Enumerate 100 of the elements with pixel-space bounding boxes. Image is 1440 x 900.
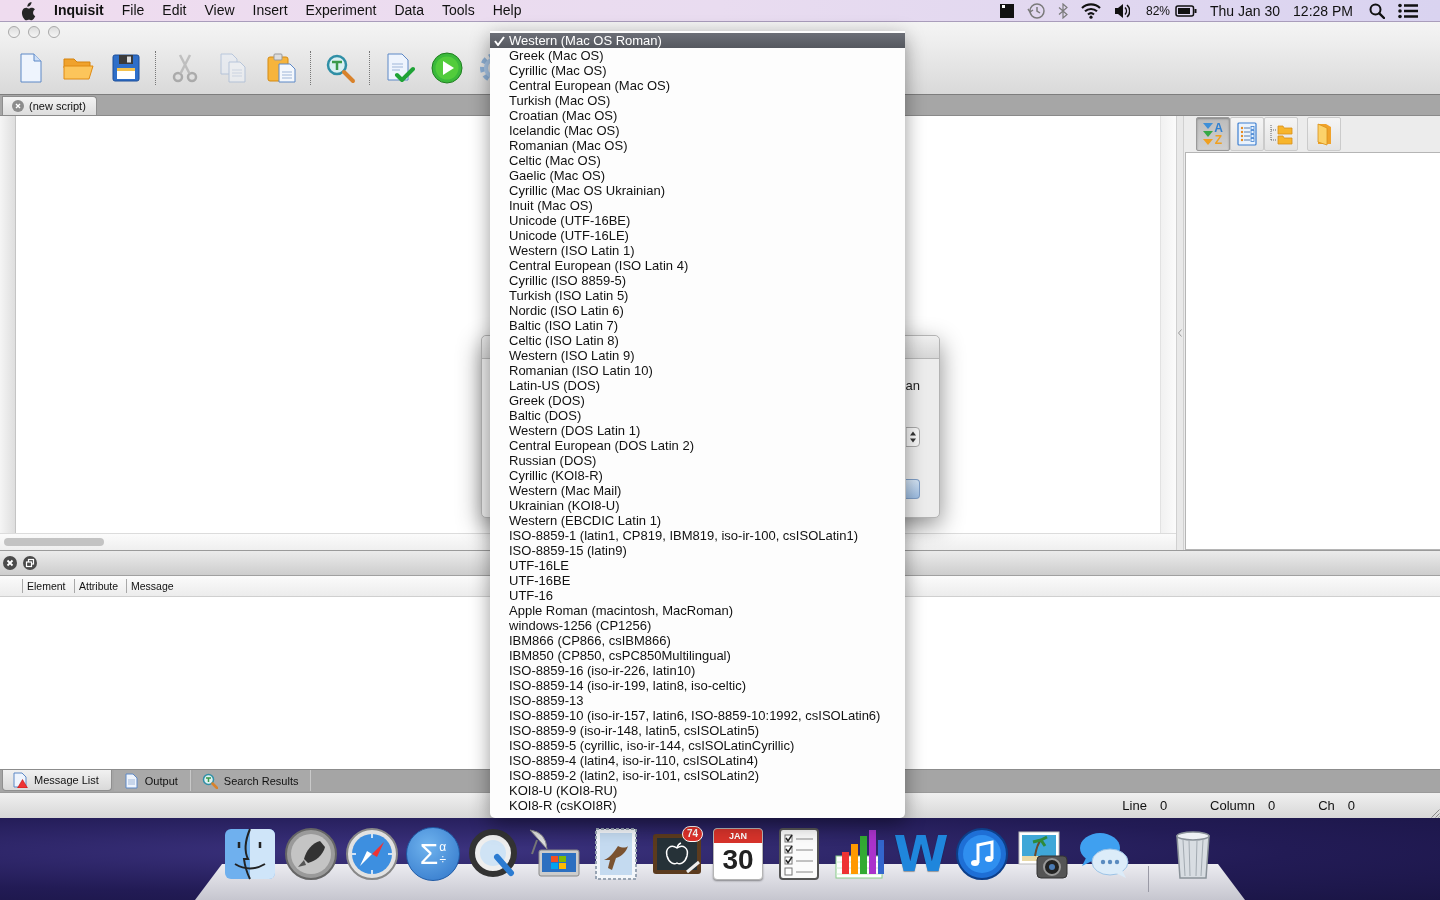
calendar-dock-item[interactable]: JAN 30 xyxy=(713,828,763,880)
app-menu[interactable]: Inquisit xyxy=(45,0,113,21)
panel-tab[interactable]: Output xyxy=(113,770,191,791)
clipboard-icon[interactable] xyxy=(265,52,297,84)
play-icon[interactable] xyxy=(431,52,463,84)
column-header[interactable]: Attribute xyxy=(74,579,126,593)
menu-item[interactable]: Unicode (UTF-16BE) xyxy=(490,213,905,228)
menu-item[interactable]: Nordic (ISO Latin 6) xyxy=(490,303,905,318)
menu-item[interactable]: Inuit (Mac OS) xyxy=(490,198,905,213)
count-badge: 74 xyxy=(682,826,703,842)
folder-tree-icon xyxy=(1269,122,1293,146)
menu-bar-item[interactable]: Edit xyxy=(153,0,196,21)
menu-item[interactable]: ISO-8859-16 (iso-ir-226, latin10) xyxy=(490,663,905,678)
view-button[interactable] xyxy=(1230,117,1264,151)
menu-item[interactable]: ISO-8859-1 (latin1, CP819, IBM819, iso-ir-100, csISOLatin1) xyxy=(490,528,905,543)
menu-item[interactable]: Celtic (Mac OS) xyxy=(490,153,905,168)
menu-item[interactable]: Latin-US (DOS) xyxy=(490,378,905,393)
menu-item[interactable]: Celtic (ISO Latin 8) xyxy=(490,333,905,348)
date-label: Thu Jan 30 xyxy=(1210,2,1281,19)
menu-item[interactable]: Romanian (Mac OS) xyxy=(490,138,905,153)
status-value: 0 xyxy=(1267,798,1276,813)
music-note-icon[interactable] xyxy=(954,826,1010,882)
editor-tab[interactable]: (new script) xyxy=(2,96,97,115)
rocket-icon[interactable] xyxy=(283,826,339,882)
menu-item[interactable]: UTF-16LE xyxy=(490,558,905,573)
menu-bar-item[interactable]: Help xyxy=(483,0,531,21)
restore-icon[interactable] xyxy=(23,556,37,570)
menu-item[interactable]: ISO-8859-9 (iso-ir-148, latin5, csISOLatin5) xyxy=(490,723,905,738)
search-icon[interactable] xyxy=(1369,2,1385,19)
menu-item[interactable]: Central European (Mac OS) xyxy=(490,78,905,93)
menu-item[interactable]: Western (Mac Mail) xyxy=(490,483,905,498)
close-icon[interactable] xyxy=(3,556,17,570)
time-label: 12:28 PM xyxy=(1293,2,1353,19)
triangles-icon xyxy=(1203,122,1214,146)
menu-item[interactable]: IBM866 (CP866, csIBM866) xyxy=(490,633,905,648)
menu-bar-item[interactable]: View xyxy=(195,0,244,21)
status-label: Ch xyxy=(1318,798,1335,813)
menu-item[interactable]: UTF-16BE xyxy=(490,573,905,588)
menu-item[interactable]: Central European (DOS Latin 2) xyxy=(490,438,905,453)
square-icon[interactable] xyxy=(999,3,1014,18)
menu-item[interactable]: Gaelic (Mac OS) xyxy=(490,168,905,183)
menu-bar-item[interactable]: Experiment xyxy=(296,0,386,21)
menu-item[interactable]: Western (ISO Latin 1) xyxy=(490,243,905,258)
menu-item[interactable]: Western (DOS Latin 1) xyxy=(490,423,905,438)
menu-item[interactable]: ISO-8859-14 (iso-ir-199, latin8, iso-celtic) xyxy=(490,678,905,693)
column-header[interactable]: Element xyxy=(22,579,74,593)
column-header[interactable]: Message xyxy=(126,579,178,593)
menu-bar-item[interactable]: Data xyxy=(385,0,433,21)
menu-item[interactable]: Cyrillic (Mac OS Ukrainian) xyxy=(490,183,905,198)
menu-item[interactable]: ISO-8859-4 (latin4, iso-ir-110, csISOLatin4) xyxy=(490,753,905,768)
menu-item[interactable]: IBM850 (CP850, csPC850Multilingual) xyxy=(490,648,905,663)
menu-item[interactable]: Unicode (UTF-16LE) xyxy=(490,228,905,243)
menu-item[interactable]: KOI8-R (csKOI8R) xyxy=(490,798,905,813)
menu-item[interactable]: Baltic (ISO Latin 7) xyxy=(490,318,905,333)
smiling-face-icon[interactable] xyxy=(222,826,278,882)
menu-item[interactable]: UTF-16 xyxy=(490,588,905,603)
menu-item[interactable]: KOI8-U (KOI8-RU) xyxy=(490,783,905,798)
menu-item[interactable]: Western (Mac OS Roman) xyxy=(490,33,905,48)
battery-percentage: 82% xyxy=(1145,3,1170,18)
menu-item[interactable]: Western (EBCDIC Latin 1) xyxy=(490,513,905,528)
menu-item[interactable]: Turkish (Mac OS) xyxy=(490,93,905,108)
menu-item[interactable]: ISO-8859-10 (iso-ir-157, latin6, ISO-8859-10:1992, csISOLatin6) xyxy=(490,708,905,723)
panel-tab[interactable]: Search Results xyxy=(192,770,312,791)
search-icon xyxy=(201,772,218,789)
stepper-icon[interactable] xyxy=(906,427,920,447)
compass-icon[interactable] xyxy=(344,826,400,882)
menu-item[interactable]: Russian (DOS) xyxy=(490,453,905,468)
panel-tab[interactable]: Message List xyxy=(2,770,112,791)
menu-item[interactable]: Icelandic (Mac OS) xyxy=(490,123,905,138)
menu-item[interactable]: Ukrainian (KOI8-U) xyxy=(490,498,905,513)
menu-item[interactable]: Romanian (ISO Latin 10) xyxy=(490,363,905,378)
menu-item[interactable]: Cyrillic (KOI8-R) xyxy=(490,468,905,483)
menu-item[interactable]: ISO-8859-2 (latin2, iso-ir-101, csISOLatin2) xyxy=(490,768,905,783)
menu-item[interactable]: windows-1256 (CP1256) xyxy=(490,618,905,633)
menu-bar-item[interactable]: Insert xyxy=(243,0,297,21)
battery-icon[interactable] xyxy=(1175,3,1197,18)
menu-item[interactable]: Apple Roman (macintosh, MacRoman) xyxy=(490,603,905,618)
menu-item[interactable]: Western (ISO Latin 9) xyxy=(490,348,905,363)
scrollbar-thumb[interactable] xyxy=(4,538,104,546)
menu-item[interactable]: ISO-8859-5 (cyrillic, iso-ir-144, csISOLatinCyrillic) xyxy=(490,738,905,753)
menu-item[interactable]: Greek (Mac OS) xyxy=(490,48,905,63)
menu-bar-item[interactable]: Tools xyxy=(432,0,484,21)
menu-item[interactable]: Croatian (Mac OS) xyxy=(490,108,905,123)
status-label: Column xyxy=(1210,798,1255,813)
menu-item[interactable]: Cyrillic (ISO 8859-5) xyxy=(490,273,905,288)
menu-item[interactable]: Central European (ISO Latin 4) xyxy=(490,258,905,273)
speaker-icon[interactable] xyxy=(1113,1,1130,20)
wifi-icon[interactable] xyxy=(1080,2,1101,19)
menu-item[interactable]: Baltic (DOS) xyxy=(490,408,905,423)
menu-bar-item[interactable]: File xyxy=(112,0,154,21)
menu-item[interactable]: ISO-8859-13 xyxy=(490,693,905,708)
list-icon[interactable] xyxy=(1398,2,1418,19)
document-warning-icon xyxy=(12,772,28,788)
status-value: 0 xyxy=(1159,798,1168,813)
menu-item[interactable]: Cyrillic (Mac OS) xyxy=(490,63,905,78)
menu-item[interactable]: ISO-8859-15 (latin9) xyxy=(490,543,905,558)
apple-icon[interactable] xyxy=(19,0,36,21)
menu-item[interactable]: Turkish (ISO Latin 5) xyxy=(490,288,905,303)
bluetooth-icon[interactable] xyxy=(1057,2,1068,19)
menu-item[interactable]: Greek (DOS) xyxy=(490,393,905,408)
